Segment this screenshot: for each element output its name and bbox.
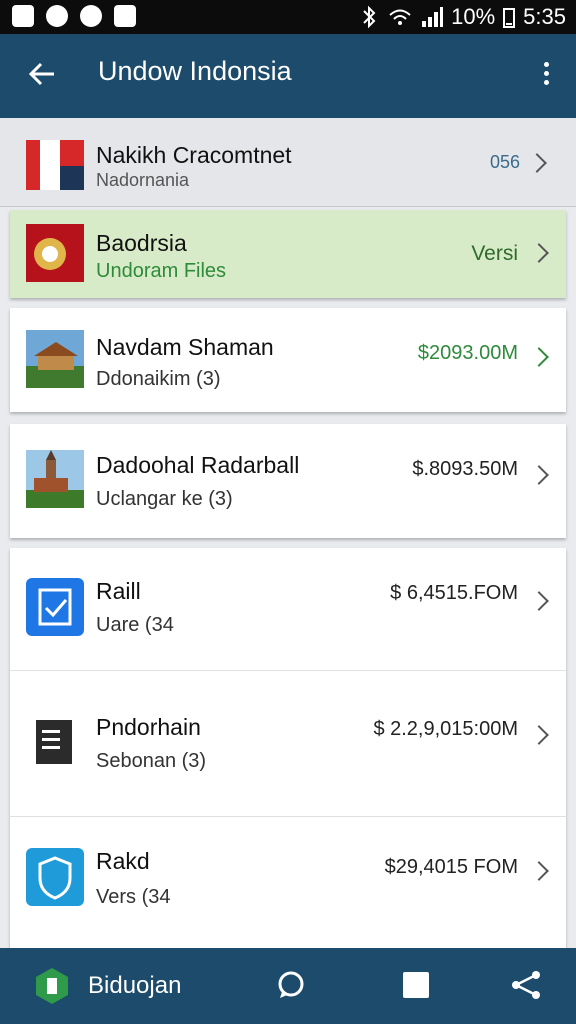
building-photo-icon	[26, 330, 84, 388]
item-value: Versi	[471, 242, 518, 265]
results-list: Nakikh Cracomtnet Nadornania 056 Baodrsi…	[0, 118, 576, 948]
item-price: $ 2.2,9,015:00M	[373, 718, 518, 740]
notification-icons	[12, 5, 136, 27]
flag-thumbnail-icon	[26, 140, 84, 190]
chevron-right-icon	[529, 347, 549, 367]
list-item[interactable]: Rakd Vers (34 $29,4015 FOM	[10, 816, 566, 948]
wifi-icon	[389, 9, 411, 25]
record-icon	[80, 5, 102, 27]
chevron-right-icon	[529, 243, 549, 263]
item-subtitle: Uare (34	[96, 614, 174, 636]
list-item[interactable]: Raill Uare (34 $ 6,4515.FOM	[10, 548, 566, 671]
nav-brand-label[interactable]: Biduojan	[88, 972, 181, 1000]
shield-badge-icon	[26, 848, 84, 906]
item-subtitle: Vers (34	[96, 886, 171, 908]
status-right: 10% 5:35	[359, 4, 566, 30]
item-price: $29,4015 FOM	[384, 856, 518, 878]
grouped-list: Raill Uare (34 $ 6,4515.FOM Pndorhain Se…	[10, 548, 566, 948]
signal-icon	[422, 7, 444, 27]
page-title: Undow Indonsia	[98, 56, 292, 86]
share-icon[interactable]	[510, 970, 544, 1000]
chevron-right-icon	[529, 725, 549, 745]
item-title: Dadoohal Radarball	[96, 452, 300, 478]
app-icon	[46, 5, 68, 27]
clipboard-check-icon	[26, 578, 84, 636]
item-title: Navdam Shaman	[96, 334, 274, 360]
emblem-thumbnail-icon	[26, 224, 84, 282]
item-subtitle: Uclangar ke (3)	[96, 488, 233, 510]
list-item[interactable]: Navdam Shaman Ddonaikim (3) $2093.00M	[10, 308, 566, 412]
chevron-right-icon	[529, 591, 549, 611]
item-value: 056	[489, 152, 520, 172]
chevron-right-icon	[529, 861, 549, 881]
film-document-icon	[26, 712, 84, 770]
chat-icon[interactable]	[276, 970, 306, 1000]
bottom-nav-bar: Biduojan	[0, 948, 576, 1024]
back-arrow-icon[interactable]	[26, 58, 58, 90]
item-title: Pndorhain	[96, 714, 201, 740]
status-bar: 10% 5:35	[0, 0, 576, 34]
battery-percent: 10%	[451, 4, 496, 29]
gallery-icon	[12, 5, 34, 27]
item-title: Raill	[96, 578, 141, 604]
list-item[interactable]: Nakikh Cracomtnet Nadornania 056	[0, 118, 576, 207]
chevron-right-icon	[527, 153, 547, 173]
item-price: $.8093.50M	[412, 458, 518, 480]
item-title: Baodrsia	[96, 230, 187, 256]
landmark-photo-icon	[26, 450, 84, 508]
clock: 5:35	[523, 4, 566, 29]
item-subtitle: Sebonan (3)	[96, 750, 207, 772]
list-item[interactable]: Pndorhain Sebonan (3) $ 2.2,9,015:00M	[10, 670, 566, 817]
brand-logo-icon[interactable]	[32, 966, 72, 1006]
item-subtitle: Ddonaikim (3)	[96, 368, 221, 390]
square-stop-icon[interactable]	[403, 972, 429, 998]
bluetooth-icon	[363, 5, 376, 29]
item-price: $ 6,4515.FOM	[390, 582, 518, 604]
chevron-right-icon	[529, 465, 549, 485]
battery-icon	[503, 8, 516, 28]
item-title: Rakd	[96, 848, 150, 874]
app-bar: Undow Indonsia	[0, 34, 576, 118]
item-title: Nakikh Cracomtnet	[96, 142, 292, 168]
photo-icon	[114, 5, 136, 27]
item-subtitle: Undoram Files	[96, 260, 227, 282]
item-price: $2093.00M	[417, 342, 518, 364]
list-item[interactable]: Dadoohal Radarball Uclangar ke (3) $.809…	[10, 424, 566, 538]
overflow-menu-icon[interactable]	[534, 62, 558, 90]
item-subtitle: Nadornania	[96, 170, 190, 190]
list-item-highlighted[interactable]: Baodrsia Undoram Files Versi	[10, 210, 566, 298]
